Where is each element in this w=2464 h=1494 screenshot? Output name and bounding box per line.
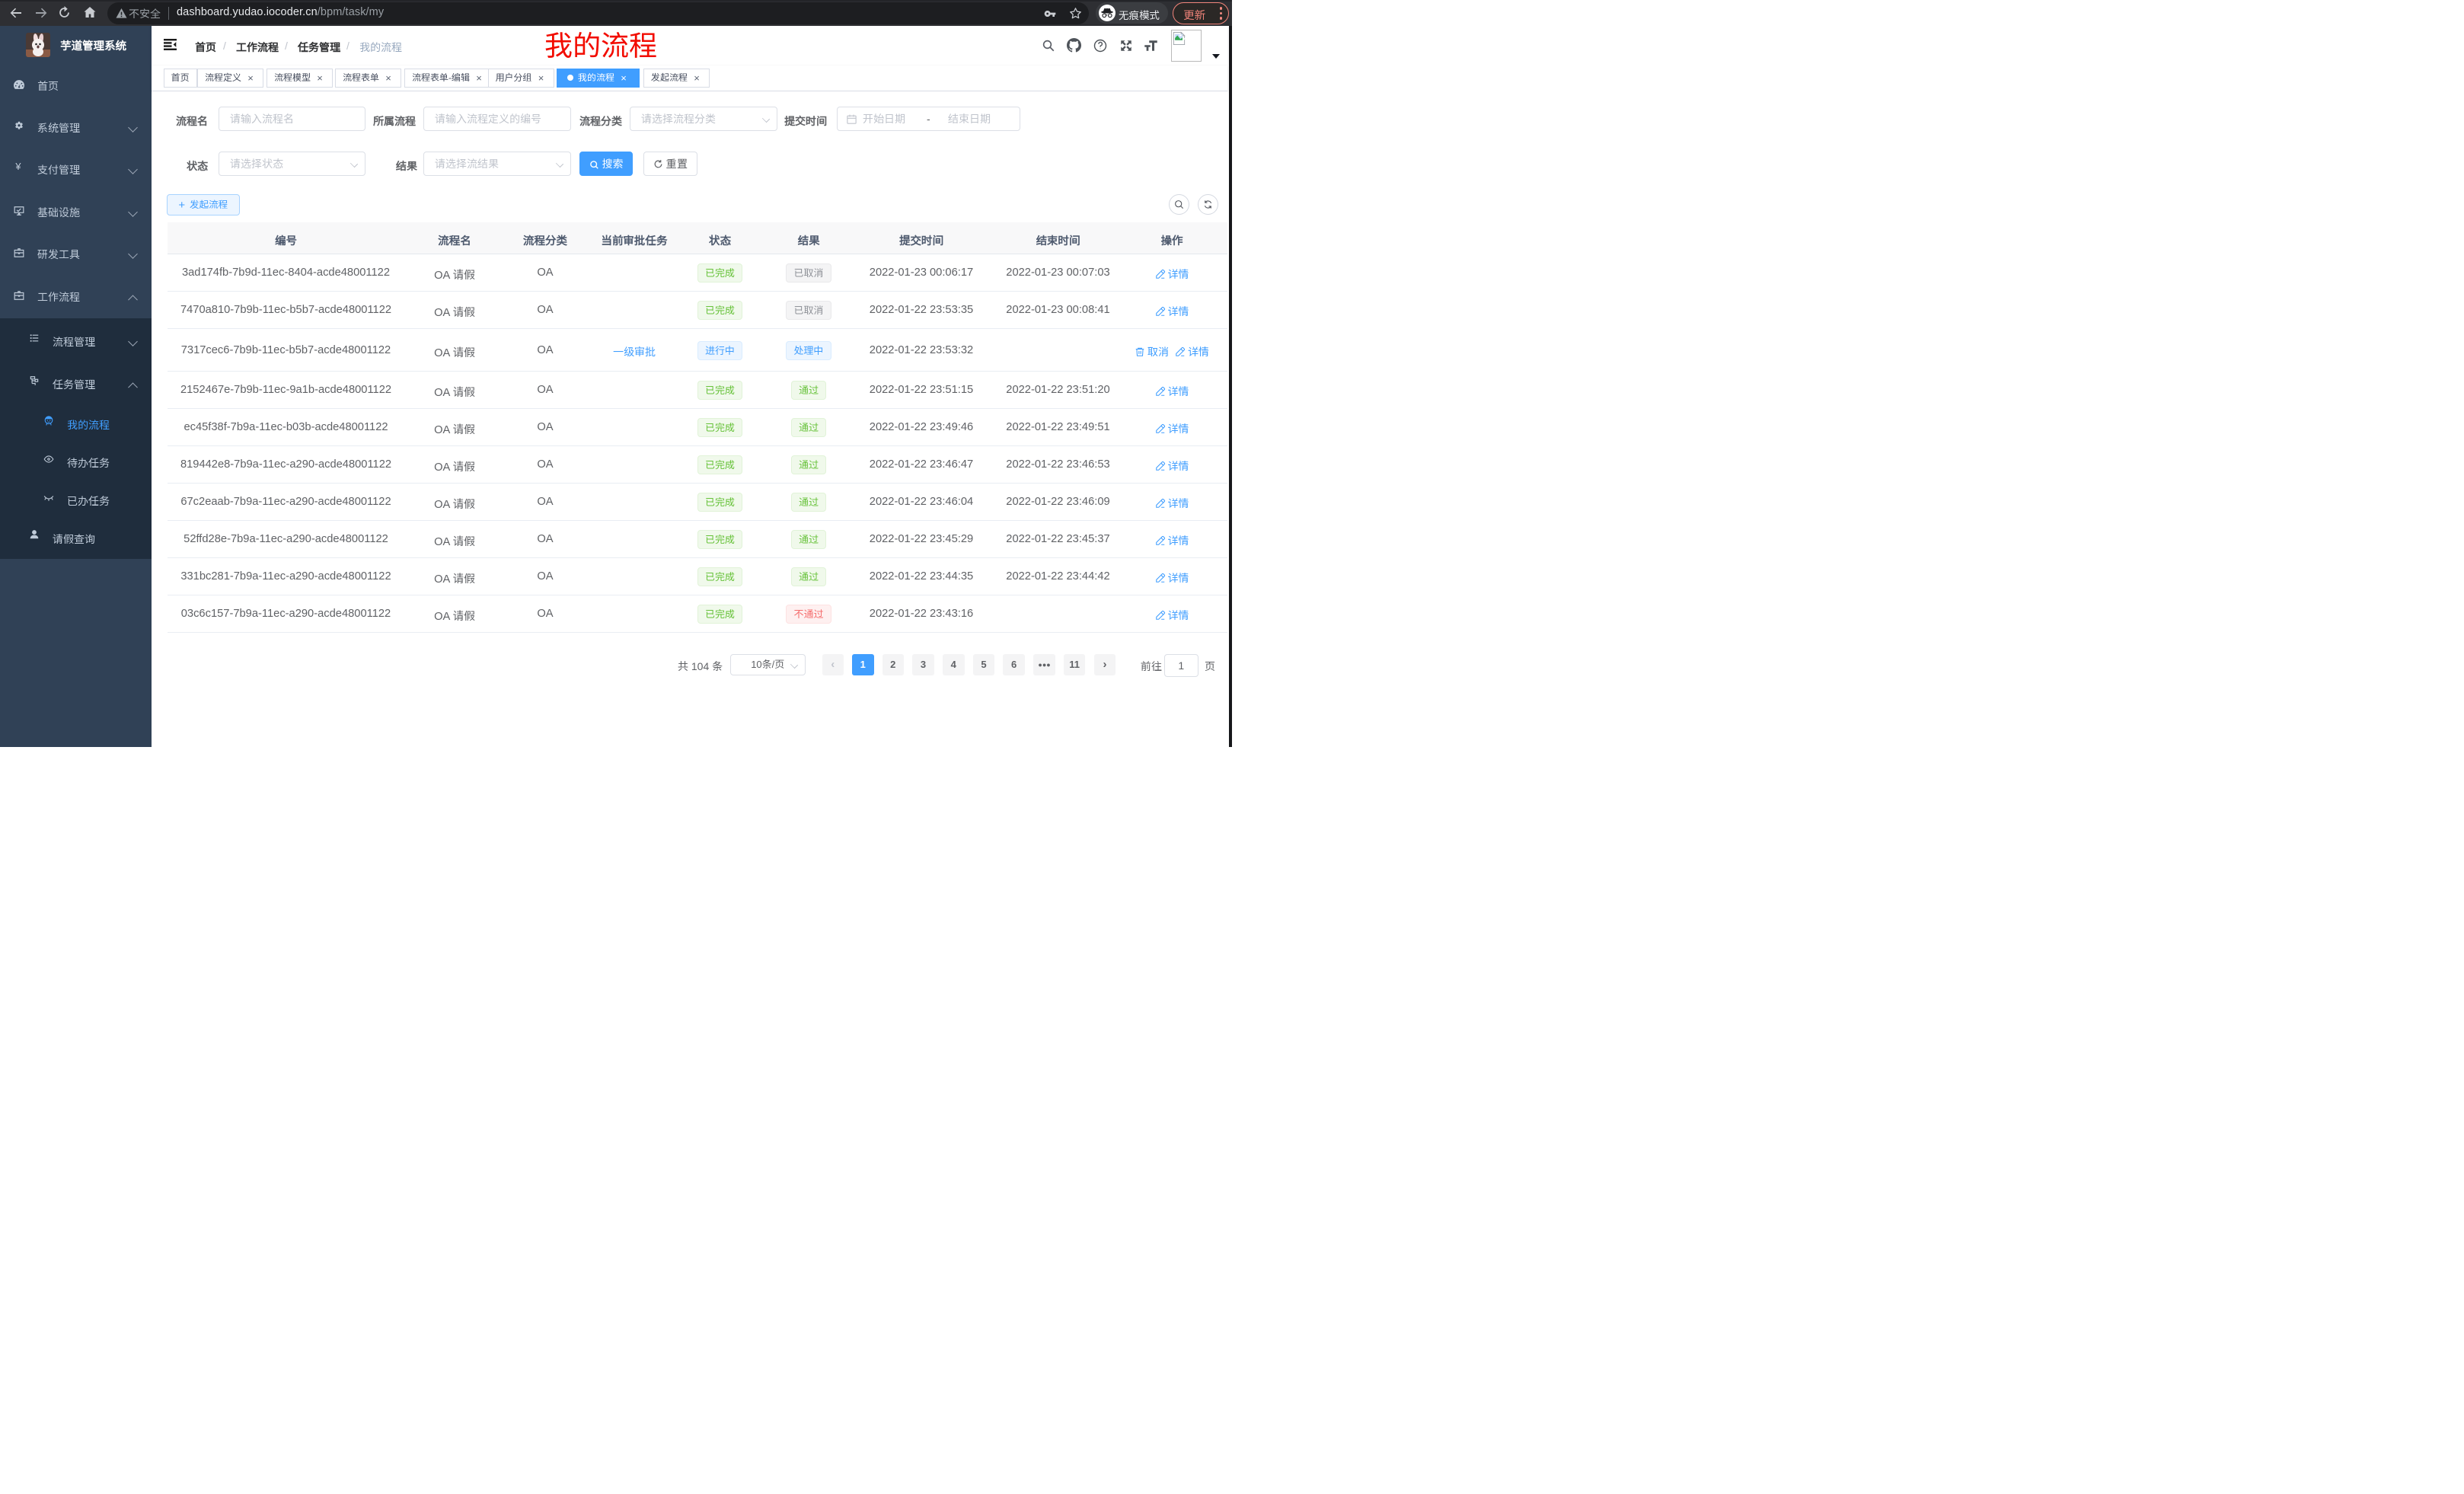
svg-text:¥: ¥ (14, 161, 21, 172)
